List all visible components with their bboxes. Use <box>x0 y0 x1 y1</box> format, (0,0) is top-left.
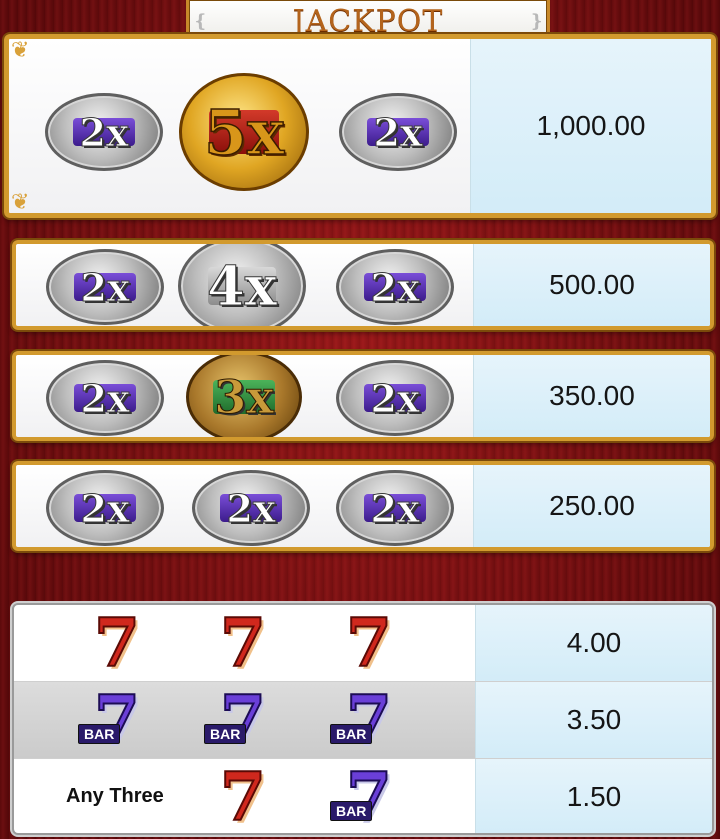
paytable-row: 2x 4x 2x 500.00 <box>12 240 714 330</box>
times-two-badge-icon: 2x <box>45 93 163 171</box>
bar-label: BAR <box>330 801 373 821</box>
corner-ornament-icon: ❦ <box>11 37 30 62</box>
any-three-label: Any Three <box>66 785 164 807</box>
times-two-badge-icon: 2x <box>336 249 454 325</box>
multiplier-label: 2x <box>370 485 420 531</box>
paytable-row: 2x 3x 2x 350.00 <box>12 351 714 441</box>
bar-label: BAR <box>204 724 247 744</box>
paytable-row-jackpot: ❦ ❦ 2x 5x 2x 1,000.00 <box>4 34 716 218</box>
multiplier-label: 2x <box>79 109 129 155</box>
paytable-row: 2x 2x 2x 250.00 <box>12 461 714 551</box>
paytable-row-any-three: Any Three 7 7 BAR 1.50 <box>14 758 712 835</box>
red-seven-icon: 7 <box>219 758 267 835</box>
red-seven-icon: 7 <box>345 604 393 682</box>
multiplier-label: 3x <box>214 370 274 425</box>
payout-value: 3.50 <box>475 682 712 758</box>
red-seven-icon: 7 <box>219 604 267 682</box>
red-seven-icon: 7 <box>93 604 141 682</box>
times-two-badge-icon: 2x <box>336 360 454 436</box>
payout-value: 500.00 <box>473 244 710 326</box>
times-two-badge-icon: 2x <box>339 93 457 171</box>
multiplier-label: 2x <box>226 485 276 531</box>
payout-value: 250.00 <box>473 465 710 547</box>
times-four-badge-icon: 4x <box>178 244 306 326</box>
bar-label: BAR <box>330 724 373 744</box>
paytable-row-blue-sevens: 7 BAR 7 BAR 7 BAR 3.50 <box>14 682 712 759</box>
multiplier-label: 2x <box>373 109 423 155</box>
payout-value: 4.00 <box>475 605 712 681</box>
multiplier-label: 2x <box>370 264 420 310</box>
times-two-badge-icon: 2x <box>336 470 454 546</box>
corner-ornament-icon: ❦ <box>11 189 30 214</box>
scroll-ornament-right-icon: ❵ <box>529 11 545 31</box>
bar-label: BAR <box>78 724 121 744</box>
multiplier-label: 5x <box>203 95 285 170</box>
multiplier-label: 2x <box>80 375 130 421</box>
multiplier-label: 2x <box>80 485 130 531</box>
scroll-ornament-left-icon: ❴ <box>193 11 209 31</box>
times-three-badge-icon: 3x <box>186 355 302 437</box>
payout-value: 1.50 <box>475 759 712 833</box>
times-five-badge-icon: 5x <box>179 73 309 191</box>
times-two-badge-icon: 2x <box>46 360 164 436</box>
times-two-badge-icon: 2x <box>46 470 164 546</box>
multiplier-label: 4x <box>207 254 278 319</box>
times-two-badge-icon: 2x <box>192 470 310 546</box>
paytable-row-red-sevens: 7 7 7 4.00 <box>14 605 712 682</box>
sevens-paytable: 7 7 7 4.00 7 BAR 7 BAR 7 BAR 3.50 Any Th… <box>12 603 714 835</box>
multiplier-label: 2x <box>370 375 420 421</box>
payout-value: 1,000.00 <box>470 39 711 213</box>
times-two-badge-icon: 2x <box>46 249 164 325</box>
payout-value: 350.00 <box>473 355 710 437</box>
multiplier-label: 2x <box>80 264 130 310</box>
